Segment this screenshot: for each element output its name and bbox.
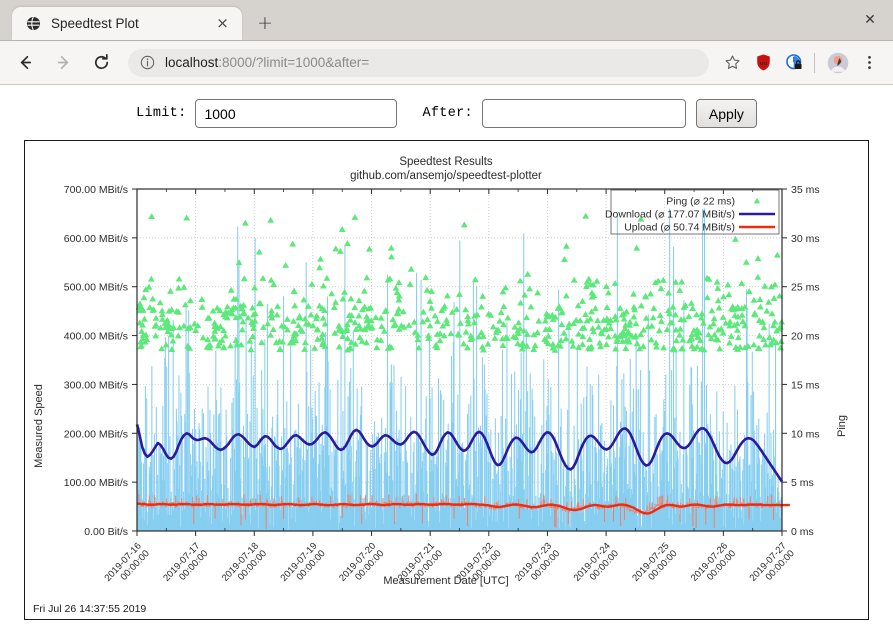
avatar-icon[interactable] [824, 49, 852, 77]
after-label: After: [422, 106, 473, 121]
url-path: :8000/?limit=1000&after= [218, 55, 370, 70]
info-circle-icon[interactable] [140, 55, 156, 70]
window-close-button[interactable]: ✕ [847, 0, 893, 40]
svg-text:uo: uo [759, 61, 767, 67]
apply-button[interactable]: Apply [695, 99, 757, 128]
new-tab-button[interactable]: + [250, 8, 280, 38]
tab-title: Speedtest Plot [51, 16, 139, 31]
legend-label: Download (⌀ 177.07 MBit/s) [605, 209, 735, 221]
limit-input[interactable] [195, 99, 398, 128]
y2-axis-label: Ping [836, 415, 848, 437]
x-tick-label: 2019-07-2300:00:00 [513, 541, 562, 584]
speedtest-plot: Speedtest Results github.com/ansemjo/spe… [33, 156, 848, 587]
limit-label: Limit: [136, 106, 187, 121]
y-tick-label: 300.00 MBit/s [64, 379, 128, 391]
url-text: localhost:8000/?limit=1000&after= [165, 55, 369, 70]
plot-frame: Speedtest Results github.com/ansemjo/spe… [24, 140, 869, 620]
tab-close-icon[interactable]: × [213, 14, 232, 33]
after-input[interactable] [481, 99, 686, 128]
y2-tick-label: 10 ms [791, 428, 820, 440]
y2-tick-label: 35 ms [791, 184, 820, 196]
tab-speedtest-plot[interactable]: Speedtest Plot × [12, 7, 242, 40]
x-tick-label: 2019-07-1600:00:00 [103, 541, 152, 584]
y-axis-label: Measured Speed [33, 384, 45, 468]
chart-title: Speedtest Results [399, 156, 493, 168]
globe-icon [25, 15, 42, 32]
y-tick-label: 600.00 MBit/s [64, 233, 128, 245]
reload-button[interactable] [86, 48, 116, 78]
y-tick-label: 700.00 MBit/s [64, 184, 128, 196]
x-tick-label: 2019-07-1700:00:00 [161, 541, 210, 584]
legend-label: Ping (⌀ 22 ms) [666, 196, 735, 208]
forward-button[interactable] [48, 48, 78, 78]
x-tick-label: 2019-07-2700:00:00 [748, 541, 797, 584]
back-button[interactable] [10, 48, 40, 78]
browser-window: Speedtest Plot × + ✕ localhost:8000/?lim… [0, 0, 893, 640]
legend-label: Upload (⌀ 50.74 MBit/s) [624, 222, 735, 234]
y2-tick-label: 20 ms [791, 331, 820, 343]
plot-series [135, 208, 790, 531]
page-content: Limit: After: Apply Speedtest Results gi… [0, 85, 893, 640]
x-tick-label: 2019-07-2600:00:00 [689, 541, 738, 584]
chart-subtitle: github.com/ansemjo/speedtest-plotter [350, 170, 542, 182]
plot-legend: Ping (⌀ 22 ms)Download (⌀ 177.07 MBit/s)… [605, 189, 780, 235]
filter-form: Limit: After: Apply [0, 85, 893, 138]
legend-marker-triangle [753, 197, 761, 204]
browser-toolbar: localhost:8000/?limit=1000&after= uo [0, 41, 893, 85]
y-tick-label: 0.00 Bit/s [84, 526, 128, 538]
kebab-menu-icon[interactable] [855, 49, 883, 77]
y-tick-label: 200.00 MBit/s [64, 428, 128, 440]
x-tick-label: 2019-07-1900:00:00 [278, 541, 327, 584]
url-bar[interactable]: localhost:8000/?limit=1000&after= [128, 48, 709, 77]
privacy-badger-icon[interactable] [780, 49, 808, 77]
star-icon[interactable] [718, 49, 746, 77]
render-timestamp: Fri Jul 26 14:37:55 2019 [33, 603, 147, 615]
download-raw-impulses [136, 208, 783, 531]
toolbar-divider [814, 52, 815, 73]
y2-tick-label: 0 ms [791, 526, 814, 538]
x-tick-label: 2019-07-2500:00:00 [630, 541, 679, 584]
tab-strip: Speedtest Plot × + [0, 0, 280, 40]
x-tick-label: 2019-07-2400:00:00 [572, 541, 621, 584]
x-tick-label: 2019-07-2000:00:00 [337, 541, 386, 584]
y2-tick-label: 25 ms [791, 282, 820, 294]
y2-tick-label: 5 ms [791, 477, 814, 489]
x-tick-label: 2019-07-1800:00:00 [220, 541, 269, 584]
y-tick-label: 500.00 MBit/s [64, 282, 128, 294]
browser-titlebar: Speedtest Plot × + ✕ [0, 0, 893, 41]
y2-tick-label: 30 ms [791, 233, 820, 245]
ublock-shield-icon[interactable]: uo [749, 49, 777, 77]
y-tick-label: 100.00 MBit/s [64, 477, 128, 489]
url-host: localhost [165, 55, 219, 70]
y2-tick-label: 15 ms [791, 379, 820, 391]
y-tick-label: 400.00 MBit/s [64, 331, 128, 343]
